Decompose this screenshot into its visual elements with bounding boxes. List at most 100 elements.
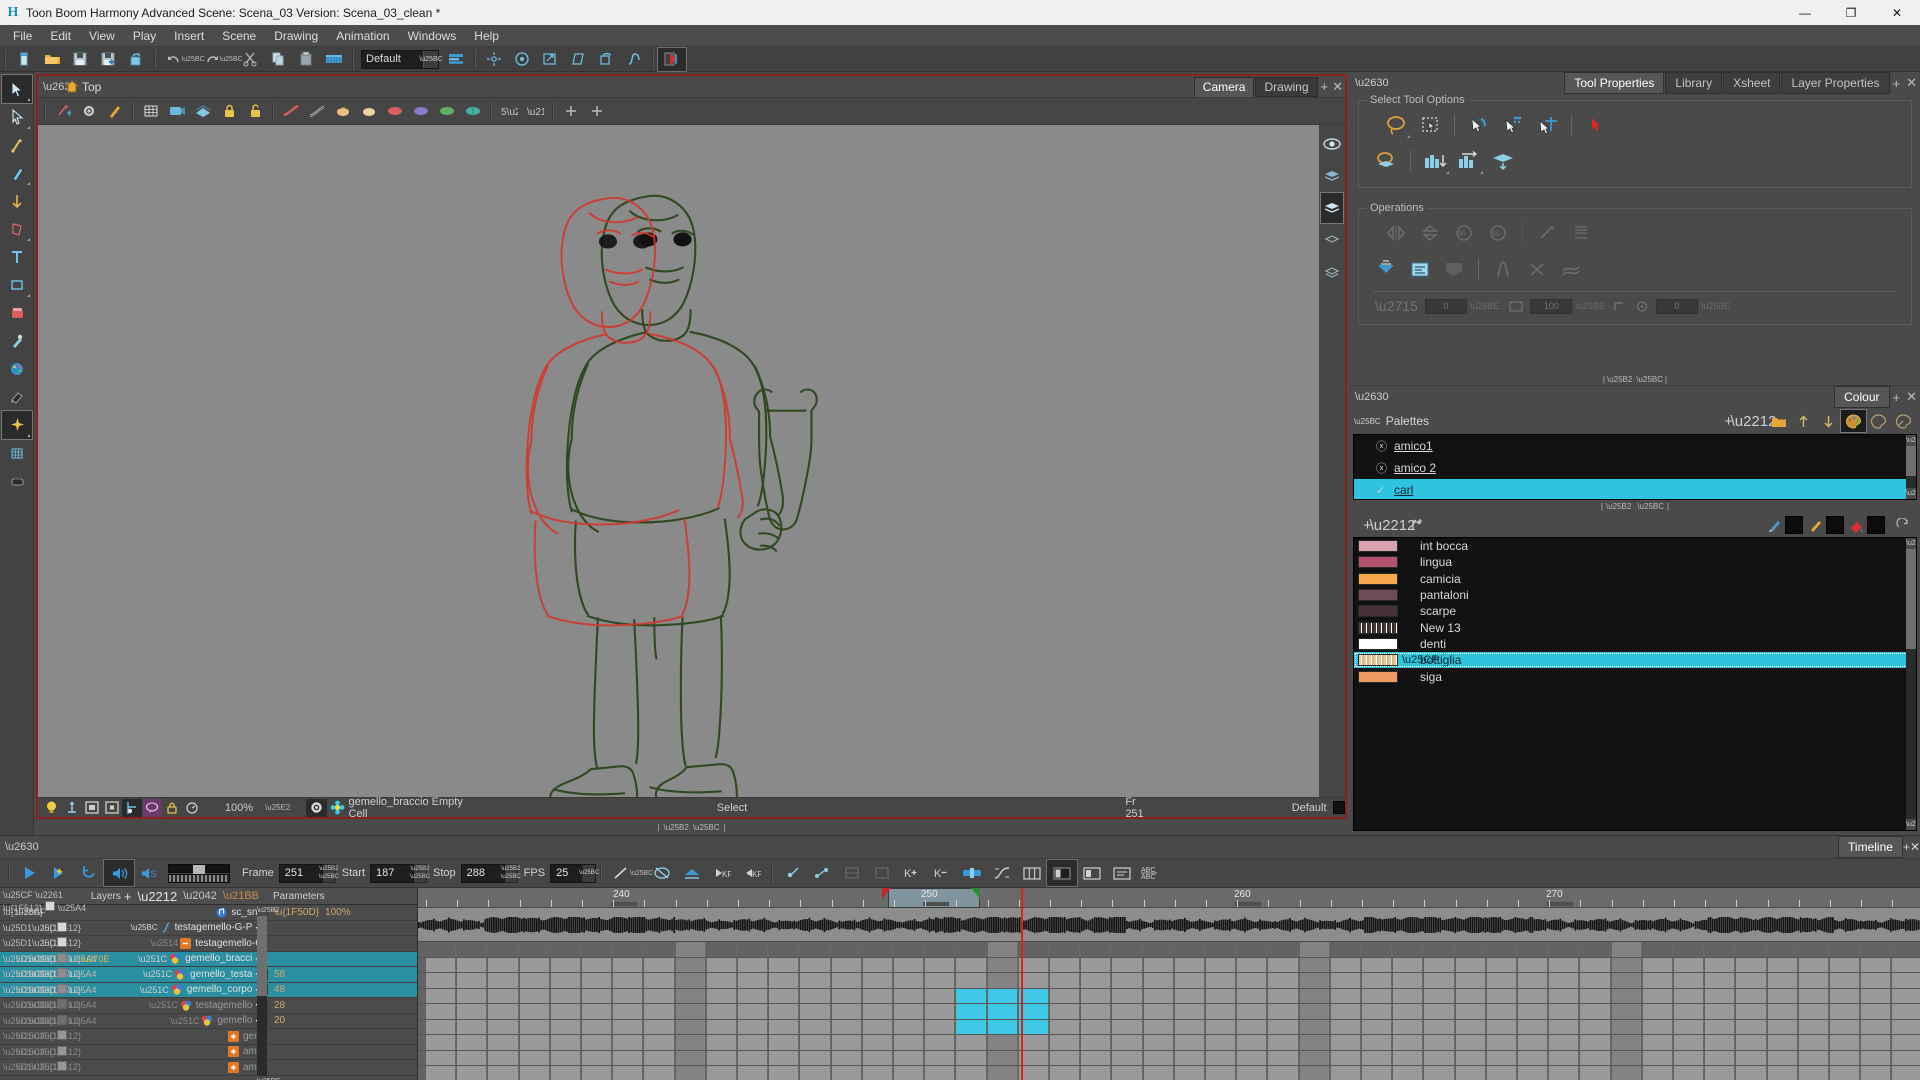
lock-icon[interactable]: \u{1F512} bbox=[42, 1047, 81, 1057]
colour-swatch-icon[interactable] bbox=[55, 952, 68, 965]
lasso-icon[interactable] bbox=[1379, 110, 1413, 140]
frame-lane[interactable] bbox=[418, 1035, 1920, 1051]
paint-swatch-icon[interactable] bbox=[1849, 518, 1864, 533]
stack-icon[interactable]: \u2261 bbox=[35, 890, 63, 900]
lock-icon[interactable]: \u{1F512} bbox=[42, 1000, 81, 1010]
colour-list-scrollbar[interactable]: \u25B2 \u25BC bbox=[1906, 538, 1916, 830]
layer-param-cell[interactable]: \u{1F50D} 100% bbox=[267, 906, 417, 918]
lock-icon[interactable]: \u{1F512} bbox=[42, 1062, 81, 1072]
layer-name-cell[interactable]: \u2514 testagemello-G bbox=[120, 937, 267, 949]
palette-check-icon[interactable]: ⓧ bbox=[1376, 460, 1394, 476]
colour-swatch-icon[interactable] bbox=[55, 999, 68, 1011]
lock-icon[interactable]: \u{1F512} bbox=[42, 985, 81, 995]
onion-dot-icon[interactable]: \u25CF bbox=[16, 954, 46, 964]
timeline-ruler[interactable]: 240 250 260 270 bbox=[418, 888, 1920, 908]
perspective-tool[interactable] bbox=[2, 215, 32, 243]
stop-spinner[interactable]: 288 \u25B2 \u25BC bbox=[460, 863, 521, 883]
scroll-up-icon[interactable]: \u25B2 bbox=[1906, 435, 1916, 446]
layer-name-cell[interactable]: \u251C gemello_corpo + bbox=[120, 984, 267, 995]
palette-item[interactable]: ⓧ amico 2 bbox=[1354, 457, 1916, 479]
lock-icon[interactable]: \u{1F512} bbox=[42, 1031, 81, 1041]
colour-row[interactable]: scarpe bbox=[1354, 603, 1916, 619]
toggle-icon[interactable] bbox=[837, 860, 867, 886]
start-spinner[interactable]: 187 \u25B2 \u25BC bbox=[370, 863, 430, 883]
colour-swatch-icon[interactable] bbox=[55, 983, 68, 996]
range-end-marker[interactable] bbox=[971, 888, 980, 899]
colour-chip[interactable] bbox=[1358, 605, 1398, 618]
hamburger-icon[interactable]: \u2630 bbox=[5, 842, 39, 853]
step-up-icon[interactable]: \u25B2 bbox=[411, 865, 430, 874]
light-bulb-icon[interactable] bbox=[42, 799, 61, 817]
playback-speed-slider[interactable] bbox=[168, 863, 230, 883]
width-icon[interactable] bbox=[1509, 300, 1523, 313]
layer-name-cell[interactable]: gengis-G bbox=[120, 1030, 267, 1042]
layer-param-cell[interactable]: 48 bbox=[267, 984, 417, 996]
close-panel-button[interactable]: ✕ bbox=[1903, 75, 1920, 91]
tab-drawing[interactable]: Drawing bbox=[1255, 76, 1318, 97]
library-icon[interactable] bbox=[320, 48, 348, 71]
loop-icon[interactable] bbox=[74, 860, 104, 886]
sound-mute-icon[interactable]: \u{1F50A} bbox=[3, 907, 43, 917]
colour-swatch-icon[interactable] bbox=[55, 1061, 68, 1073]
add-keyframe-icon[interactable] bbox=[558, 99, 584, 123]
flip-horizontal-icon[interactable] bbox=[536, 48, 564, 71]
onion-skin-previous-icon[interactable] bbox=[330, 99, 356, 123]
gear-icon[interactable] bbox=[306, 798, 328, 817]
frame-lane[interactable] bbox=[418, 942, 1920, 958]
menu-view[interactable]: View bbox=[80, 26, 124, 46]
add-panel-button[interactable]: + bbox=[1890, 390, 1904, 405]
reposition-all-drawings-icon[interactable] bbox=[480, 48, 508, 71]
colour-swatch-icon[interactable] bbox=[55, 937, 68, 949]
colour-row[interactable]: lingua bbox=[1354, 554, 1916, 570]
onion-dot-icon[interactable]: \u25CF bbox=[16, 1047, 46, 1057]
layer-param-cell[interactable]: 58 bbox=[267, 968, 417, 980]
palette-check-icon[interactable]: ⓧ bbox=[1376, 438, 1394, 454]
permanent-selection-icon[interactable] bbox=[1579, 110, 1613, 140]
scroll-up-icon[interactable]: \u25B2 bbox=[257, 905, 279, 916]
marquee-icon[interactable] bbox=[1413, 110, 1447, 140]
play-icon[interactable] bbox=[14, 860, 44, 886]
flatten-icon[interactable] bbox=[1564, 218, 1598, 248]
advanced-palette-icon[interactable] bbox=[1891, 410, 1916, 432]
table-row[interactable]: \u25D1\u25D1 \u25CF \u{1F512} amico_1_te… bbox=[0, 1045, 417, 1060]
frame-lane[interactable] bbox=[418, 1004, 1920, 1020]
add-parent-peg-icon[interactable]: \u21BB bbox=[220, 890, 262, 902]
scroll-down-icon[interactable]: \u25BC bbox=[257, 1076, 280, 1080]
colour-chip[interactable] bbox=[1358, 540, 1398, 553]
stack-icon[interactable]: \u2261 bbox=[29, 969, 57, 979]
lock-icon[interactable]: \u{1F512} bbox=[42, 1016, 81, 1026]
annotation-icon[interactable] bbox=[1107, 860, 1137, 886]
cut-icon[interactable] bbox=[236, 48, 264, 71]
flip-icon[interactable] bbox=[957, 860, 987, 886]
abc-icon[interactable]: ABC ABC bbox=[1137, 860, 1177, 886]
text-tool[interactable] bbox=[2, 243, 32, 271]
zoom-tool[interactable] bbox=[2, 467, 32, 495]
colour-row[interactable]: int bocca bbox=[1354, 538, 1916, 554]
paint-mode-icon[interactable] bbox=[1866, 410, 1891, 432]
add-drawing-icon[interactable] bbox=[50, 99, 76, 123]
lock-icon[interactable]: \u{1F512} bbox=[42, 954, 81, 964]
table-row[interactable]: \u25D1\u25D1 \u25CF \u2261 \u{1F512} \u2… bbox=[0, 982, 417, 998]
snap-to-alignment-grid-icon[interactable] bbox=[1496, 110, 1530, 140]
zoom-dropdown-icon[interactable]: \u25E2 bbox=[263, 803, 292, 812]
onion-skin-next-icon[interactable] bbox=[356, 99, 382, 123]
manage-workspaces-icon[interactable] bbox=[442, 48, 470, 71]
sound-scrub-icon[interactable]: S bbox=[134, 860, 164, 886]
toggle2-icon[interactable] bbox=[867, 860, 897, 886]
move-palette-up-icon[interactable] bbox=[1791, 410, 1816, 432]
flip-vertical-icon[interactable] bbox=[1413, 218, 1447, 248]
all-layers-icon[interactable] bbox=[1321, 257, 1343, 287]
smooth-editor-tool[interactable] bbox=[2, 187, 32, 215]
colour-swatch-icon[interactable] bbox=[55, 1030, 68, 1042]
frame-stepper[interactable]: \u25B2 \u25BC bbox=[319, 863, 339, 883]
enable-disable-icon[interactable]: \u25D1\u25D1 bbox=[3, 985, 61, 995]
anchor-icon[interactable] bbox=[62, 799, 81, 817]
rotate-icon[interactable] bbox=[1635, 300, 1649, 313]
hamburger-icon[interactable]: \u2630 bbox=[1355, 392, 1389, 403]
menu-file[interactable]: File bbox=[4, 26, 41, 46]
colour-swatch-list[interactable]: int bocca lingua camicia pantaloni scarp… bbox=[1353, 537, 1917, 831]
smooth-selection-icon[interactable] bbox=[1554, 254, 1588, 284]
annotation-icon[interactable]: \u25A4 bbox=[68, 985, 97, 995]
auto-fill-icon[interactable] bbox=[1403, 254, 1437, 284]
enable-disable-icon[interactable]: \u25D1\u25D1 bbox=[3, 1016, 61, 1026]
